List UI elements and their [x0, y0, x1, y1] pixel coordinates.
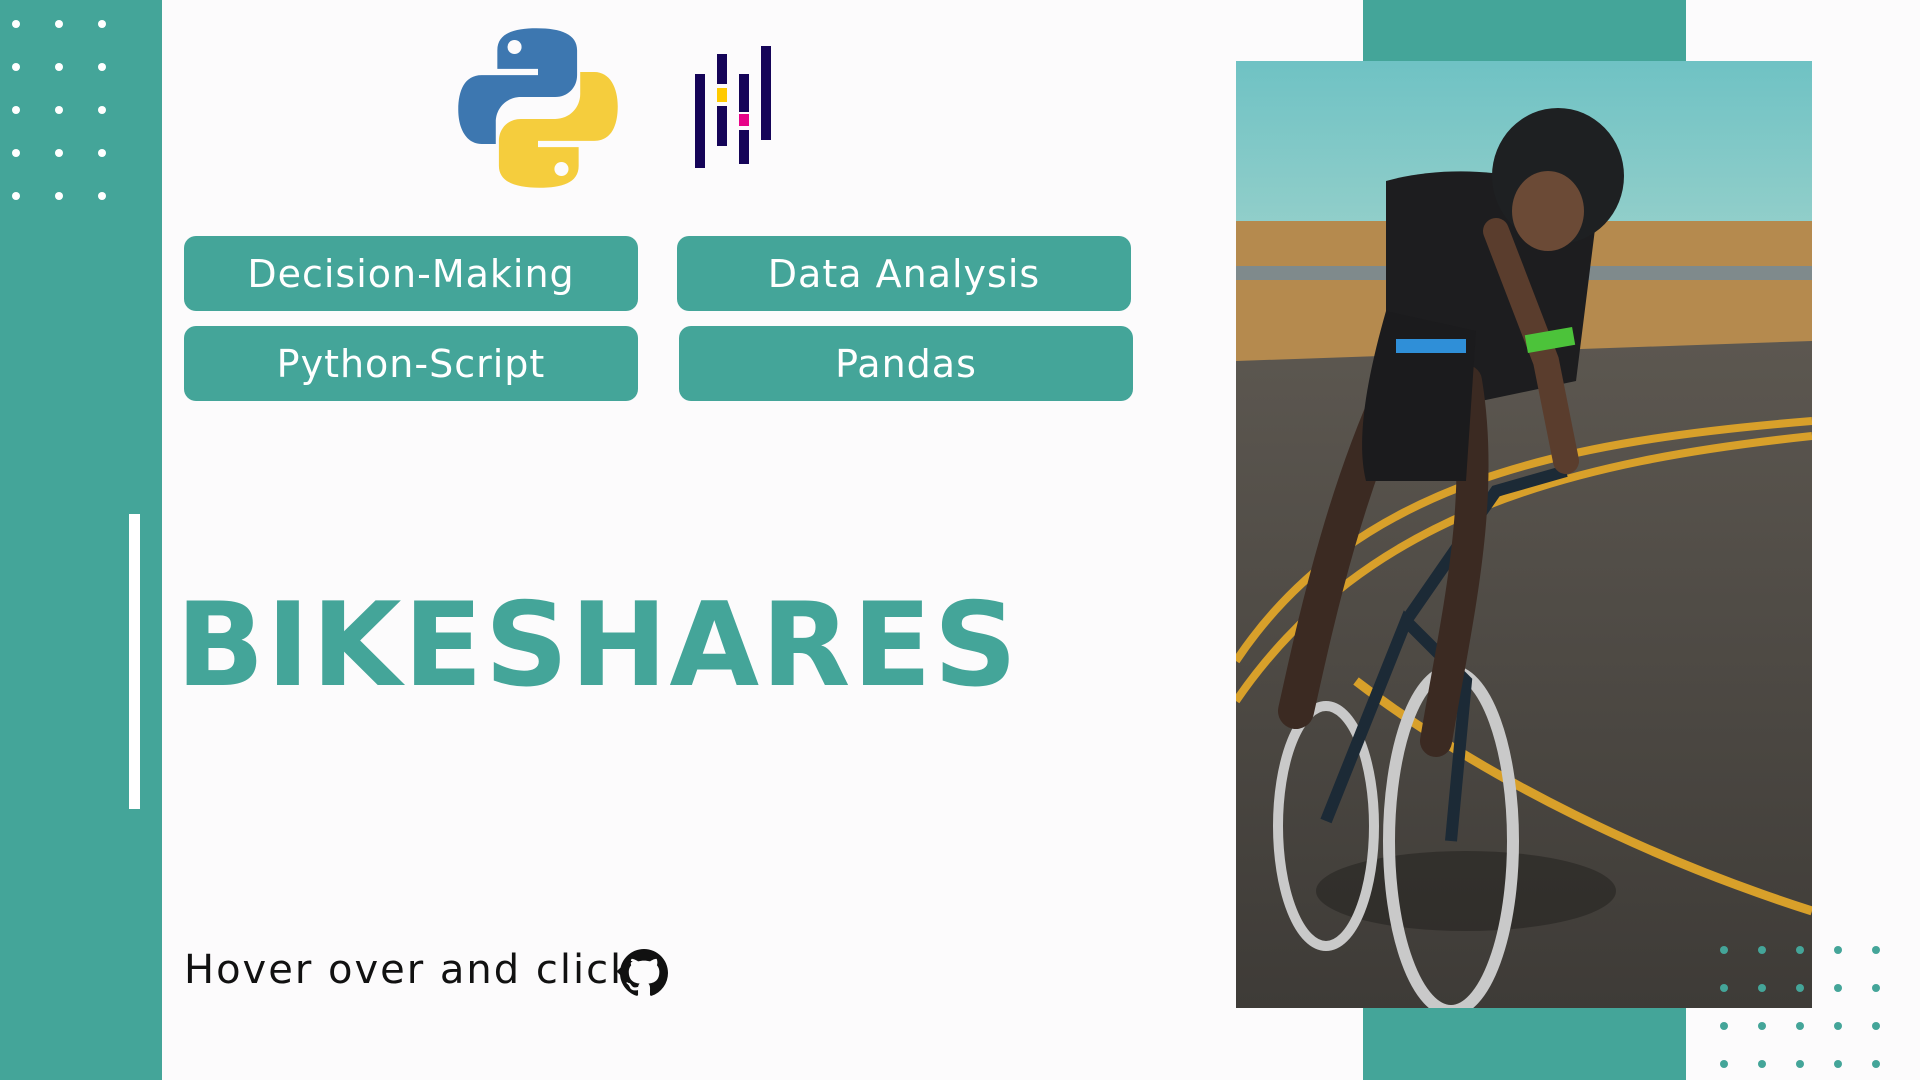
- github-icon[interactable]: [620, 949, 668, 997]
- cta-text: Hover over and click: [184, 947, 636, 993]
- tag-decision-making[interactable]: Decision-Making: [184, 236, 638, 311]
- cyclist-photo: [1236, 61, 1812, 1008]
- title-accent-bar: [129, 514, 140, 809]
- page-title: BIKESHARES: [176, 578, 1020, 713]
- tag-pandas[interactable]: Pandas: [679, 326, 1133, 401]
- photo-accent-bottom: [1363, 1008, 1686, 1080]
- tag-data-analysis[interactable]: Data Analysis: [677, 236, 1131, 311]
- decorative-dot-grid: [12, 20, 106, 200]
- photo-accent-top: [1363, 0, 1686, 62]
- tag-python-script[interactable]: Python-Script: [184, 326, 638, 401]
- decorative-dot-grid-bottom: [1720, 946, 1880, 1068]
- python-logo-icon: [452, 22, 624, 194]
- pandas-logo-icon: [693, 44, 777, 172]
